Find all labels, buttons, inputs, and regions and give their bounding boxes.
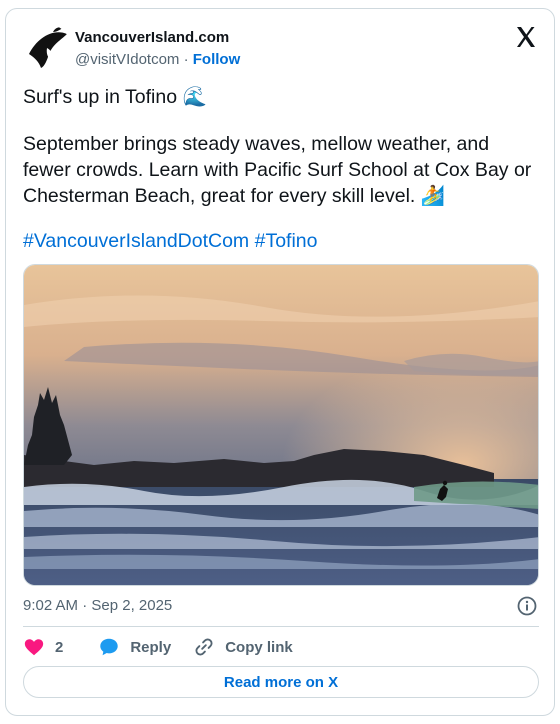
tweet-card: VancouverIsland.com @visitVIdotcom · Fol…	[5, 8, 555, 716]
copy-link-label: Copy link	[225, 638, 293, 656]
author-handle[interactable]: @visitVIdotcom	[75, 51, 179, 68]
action-bar: 2 Reply Copy link	[23, 635, 293, 659]
tweet-paragraph: September brings steady waves, mellow we…	[23, 131, 538, 209]
copy-link-button[interactable]: Copy link	[193, 636, 293, 658]
link-icon	[195, 638, 213, 656]
surfer-emoji: 🏄	[420, 185, 446, 207]
reply-label: Reply	[130, 638, 172, 656]
reply-button[interactable]: Reply	[98, 636, 171, 658]
wave-emoji: 🌊	[182, 86, 207, 108]
hashtag-link[interactable]: #Tofino	[255, 230, 318, 252]
reply-bubble-icon	[100, 638, 119, 656]
tweet-photo[interactable]	[23, 264, 539, 586]
handle-separator: ·	[179, 51, 193, 68]
tweet-headline: Surf's up in Tofino	[23, 86, 178, 108]
info-icon[interactable]	[516, 595, 538, 617]
heart-icon	[24, 639, 44, 656]
like-button[interactable]: 2	[23, 636, 63, 658]
tweet-line-1: Surf's up in Tofino 🌊	[23, 84, 207, 110]
follow-button[interactable]: Follow	[193, 51, 241, 68]
like-count: 2	[55, 638, 64, 656]
divider	[23, 626, 539, 627]
author-meta: @visitVIdotcom · Follow	[75, 51, 240, 68]
avatar[interactable]	[23, 24, 71, 72]
hashtags: #VancouverIslandDotCom #Tofino	[23, 228, 318, 254]
tweet-body: September brings steady waves, mellow we…	[23, 133, 532, 207]
hashtag-link[interactable]: #VancouverIslandDotCom	[23, 230, 249, 252]
read-more-button[interactable]: Read more on X	[23, 666, 539, 698]
x-logo-icon[interactable]	[514, 25, 538, 49]
author-name[interactable]: VancouverIsland.com	[75, 29, 229, 46]
timestamp[interactable]: 9:02 AM · Sep 2, 2025	[23, 597, 172, 614]
